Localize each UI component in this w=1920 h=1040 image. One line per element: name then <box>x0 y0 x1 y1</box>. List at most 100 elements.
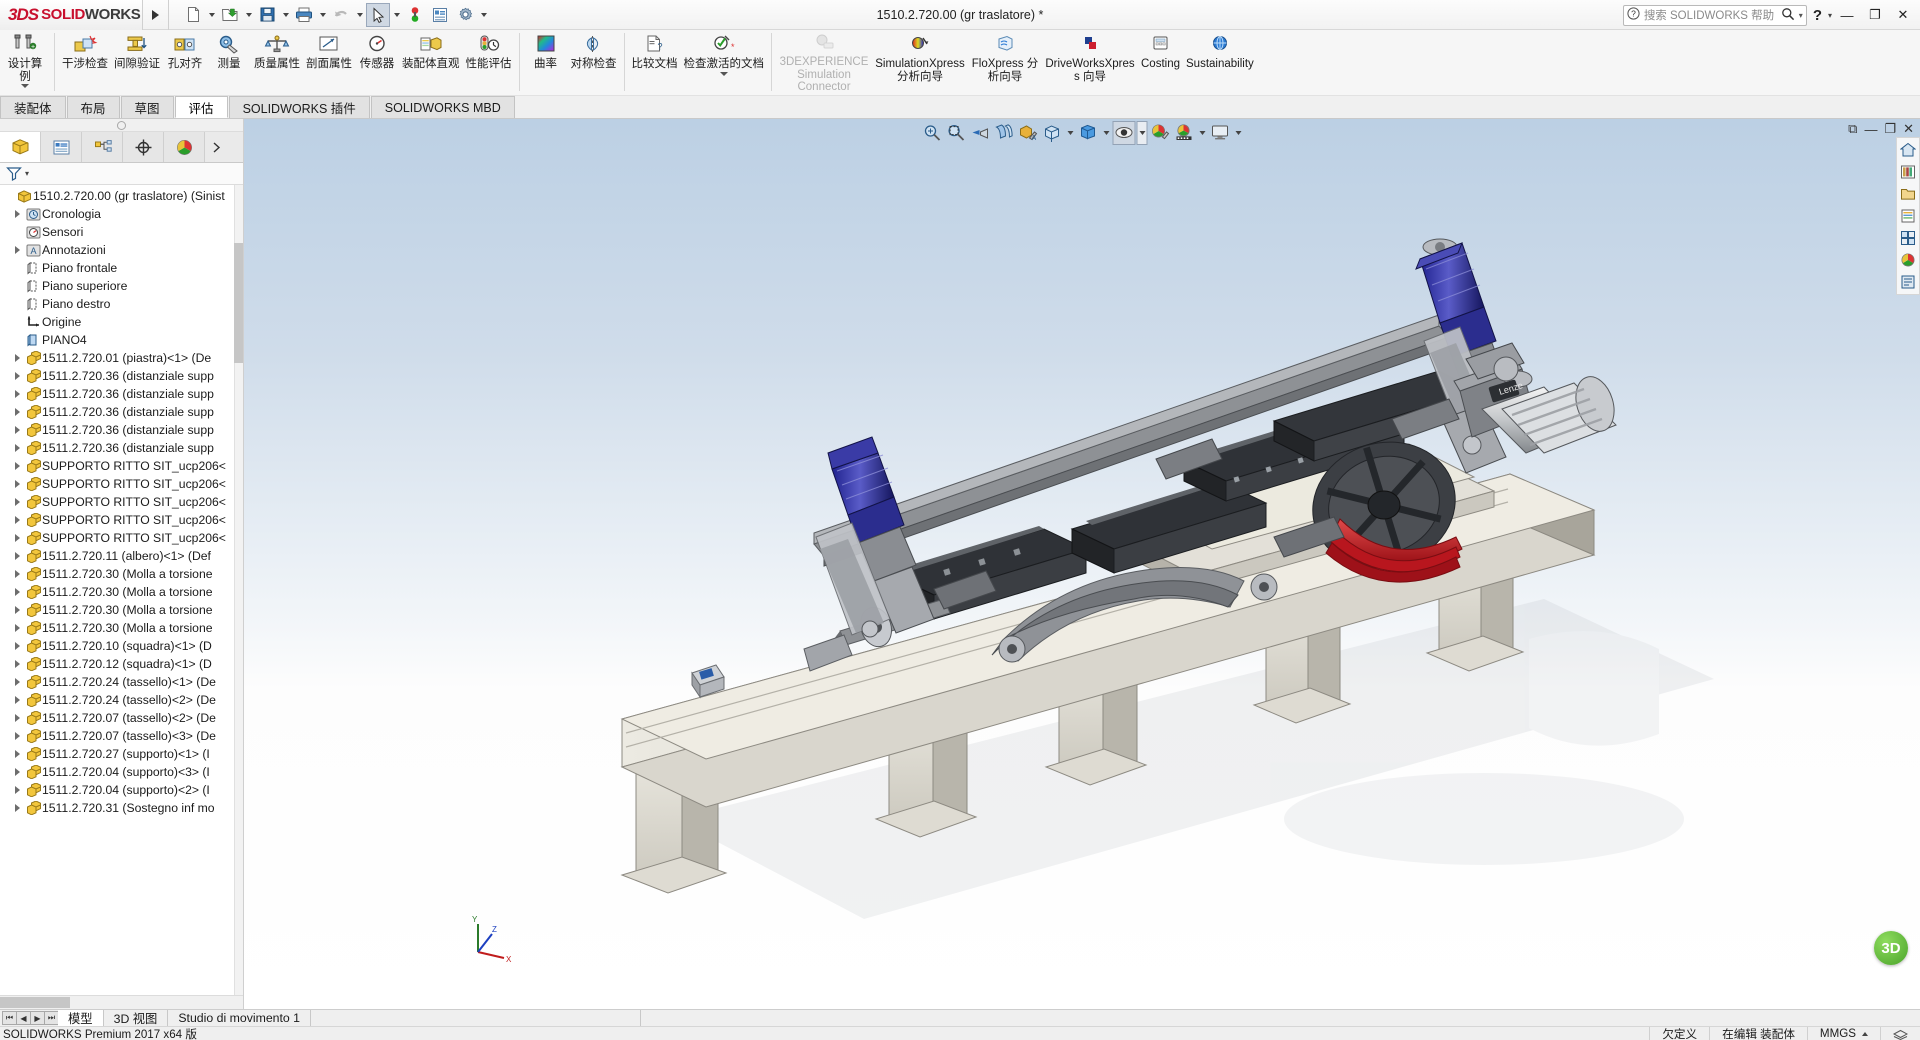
expand-arrow-icon[interactable] <box>11 804 24 812</box>
feature-tree-item[interactable]: 1511.2.720.36 (distanziale supp <box>0 385 243 403</box>
3d-interconnect-badge[interactable]: 3D <box>1874 931 1908 965</box>
select-caret-icon[interactable] <box>391 3 402 27</box>
home-icon[interactable] <box>1898 140 1918 160</box>
search-icon[interactable] <box>1781 7 1795 24</box>
zoom-to-area-icon[interactable] <box>945 121 968 145</box>
ribbon-button-assembly-visualization[interactable]: 装配体直观 <box>399 30 463 92</box>
feature-tree-item[interactable]: 1511.2.720.04 (supporto)<2> (I <box>0 781 243 799</box>
ribbon-button-hole-alignment[interactable]: 孔对齐 <box>163 30 207 92</box>
feature-tree-root-item[interactable]: 1510.2.720.00 (gr traslatore) (Sinist <box>0 187 243 205</box>
options-gear-icon[interactable] <box>453 3 477 27</box>
tab-nav-last-icon[interactable]: ⏭ <box>44 1011 59 1025</box>
expand-arrow-icon[interactable] <box>11 408 24 416</box>
tab-sketch[interactable]: 草图 <box>120 96 174 118</box>
display-manager-tab[interactable] <box>164 132 205 162</box>
search-library-icon[interactable] <box>1898 206 1918 226</box>
expand-arrow-icon[interactable] <box>11 768 24 776</box>
expand-arrow-icon[interactable] <box>11 372 24 380</box>
feature-tree-hscroll-thumb[interactable] <box>0 997 70 1008</box>
feature-tree-item[interactable]: Piano frontale <box>0 259 243 277</box>
tab-layout[interactable]: 布局 <box>66 96 120 118</box>
feature-tree-horizontal-scrollbar[interactable] <box>0 995 243 1009</box>
feature-tree-item[interactable]: Piano destro <box>0 295 243 313</box>
file-properties-icon[interactable] <box>428 3 452 27</box>
feature-tree-item[interactable]: 1511.2.720.31 (Sostegno inf mo <box>0 799 243 817</box>
expand-arrow-icon[interactable] <box>11 588 24 596</box>
expand-arrow-icon[interactable] <box>11 642 24 650</box>
hide-show-items-icon[interactable] <box>1112 120 1136 145</box>
save-caret-icon[interactable] <box>280 3 291 27</box>
help-caret-icon[interactable]: ▾ <box>1828 11 1832 20</box>
expand-arrow-icon[interactable] <box>11 354 24 362</box>
feature-tree[interactable]: 1510.2.720.00 (gr traslatore) (Sinist Cro… <box>0 185 243 995</box>
expand-arrow-icon[interactable] <box>11 426 24 434</box>
ribbon-button-performance-evaluation[interactable]: 性能评估 <box>463 30 515 92</box>
tab-assembly[interactable]: 装配体 <box>0 96 66 118</box>
undo-caret-icon[interactable] <box>354 3 365 27</box>
check-active-document-dropdown-icon[interactable] <box>720 71 728 76</box>
undo-icon[interactable] <box>329 3 353 27</box>
print-icon[interactable] <box>292 3 316 27</box>
tab-nav-prev-icon[interactable]: ◀ <box>16 1011 31 1025</box>
ribbon-button-driveworksxpress[interactable]: DriveWorksXpress 向导 <box>1042 30 1138 92</box>
feature-tree-item[interactable]: Origine <box>0 313 243 331</box>
expand-arrow-icon[interactable] <box>11 210 24 218</box>
feature-tree-item[interactable]: A Annotazioni <box>0 241 243 259</box>
feature-tree-item[interactable]: 1511.2.720.36 (distanziale supp <box>0 421 243 439</box>
expand-arrow-icon[interactable] <box>11 498 24 506</box>
expand-arrow-icon[interactable] <box>11 246 24 254</box>
property-manager-tab[interactable] <box>41 132 82 162</box>
expand-arrow-icon[interactable] <box>11 462 24 470</box>
design-library-icon[interactable] <box>1898 162 1918 182</box>
expand-arrow-icon[interactable] <box>11 516 24 524</box>
expand-arrow-icon[interactable] <box>11 678 24 686</box>
ribbon-button-measure[interactable]: 测量 <box>207 30 251 92</box>
ribbon-button-check-active-document[interactable]: * 检查激活的文档 <box>681 30 768 92</box>
feature-tree-item[interactable]: 1511.2.720.24 (tassello)<1> (De <box>0 673 243 691</box>
expand-arrow-icon[interactable] <box>11 606 24 614</box>
new-document-caret-icon[interactable] <box>206 3 217 27</box>
print-caret-icon[interactable] <box>317 3 328 27</box>
ribbon-button-mass-properties[interactable]: 质量属性 <box>251 30 303 92</box>
feature-tree-item[interactable]: 1511.2.720.04 (supporto)<3> (I <box>0 763 243 781</box>
feature-tree-filter-bar[interactable]: ▾ <box>0 163 243 185</box>
expand-arrow-icon[interactable] <box>11 696 24 704</box>
feature-tree-item[interactable]: Sensori <box>0 223 243 241</box>
layers-icon[interactable] <box>1880 1026 1920 1040</box>
help-search-box[interactable]: ? 搜索 SOLIDWORKS 帮助 ▾ <box>1622 4 1807 26</box>
feature-tree-item[interactable]: Piano superiore <box>0 277 243 295</box>
graphics-viewport[interactable]: A ⧉ — ❐ ✕ Lenze Y X Z 3D <box>244 119 1920 1009</box>
rebuild-icon[interactable] <box>403 3 427 27</box>
appearances-icon[interactable] <box>1898 250 1918 270</box>
help-button[interactable]: ? <box>1809 7 1826 24</box>
view-orientation-icon[interactable] <box>1041 121 1064 145</box>
feature-tree-item[interactable]: 1511.2.720.07 (tassello)<3> (De <box>0 727 243 745</box>
feature-tree-item[interactable]: 1511.2.720.24 (tassello)<2> (De <box>0 691 243 709</box>
open-document-caret-icon[interactable] <box>243 3 254 27</box>
bottom-tab-motion-study[interactable]: Studio di movimento 1 <box>168 1010 312 1026</box>
viewport-close-button[interactable]: ✕ <box>1903 121 1914 137</box>
display-style-icon[interactable] <box>1077 121 1100 145</box>
feature-tree-item[interactable]: SUPPORTO RITTO SIT_ucp206< <box>0 493 243 511</box>
tab-evaluate[interactable]: 评估 <box>174 96 228 118</box>
viewport-minimize-button[interactable]: — <box>1864 122 1877 137</box>
ribbon-button-clearance-verification[interactable]: 间隙验证 <box>111 30 163 92</box>
tab-solidworks-mbd[interactable]: SOLIDWORKS MBD <box>370 96 515 118</box>
ribbon-button-design-study[interactable]: + 设计算例 <box>0 30 50 92</box>
feature-tree-item[interactable]: 1511.2.720.27 (supporto)<1> (I <box>0 745 243 763</box>
feature-tree-item[interactable]: 1511.2.720.12 (squadra)<1> (D <box>0 655 243 673</box>
view-palette-icon[interactable] <box>1898 228 1918 248</box>
ribbon-button-symmetry-check[interactable]: 对称检查 <box>568 30 620 92</box>
feature-tree-vertical-scrollbar[interactable] <box>234 185 243 995</box>
view-settings-caret-icon[interactable] <box>1233 121 1244 145</box>
select-arrow-icon[interactable] <box>366 2 390 27</box>
viewport-restore-small-button[interactable]: ⧉ <box>1848 121 1857 137</box>
ribbon-button-curvature[interactable]: 曲率 <box>524 30 568 92</box>
viewport-restore-button[interactable]: ❐ <box>1884 121 1896 137</box>
ribbon-button-costing[interactable]: Costing <box>1138 30 1183 92</box>
feature-tree-item[interactable]: 1511.2.720.30 (Molla a torsione <box>0 619 243 637</box>
expand-arrow-icon[interactable] <box>11 390 24 398</box>
section-view-icon[interactable] <box>993 121 1016 145</box>
ribbon-button-floxpress[interactable]: FloXpress 分析向导 <box>968 30 1042 92</box>
feature-tree-item[interactable]: 1511.2.720.36 (distanziale supp <box>0 403 243 421</box>
